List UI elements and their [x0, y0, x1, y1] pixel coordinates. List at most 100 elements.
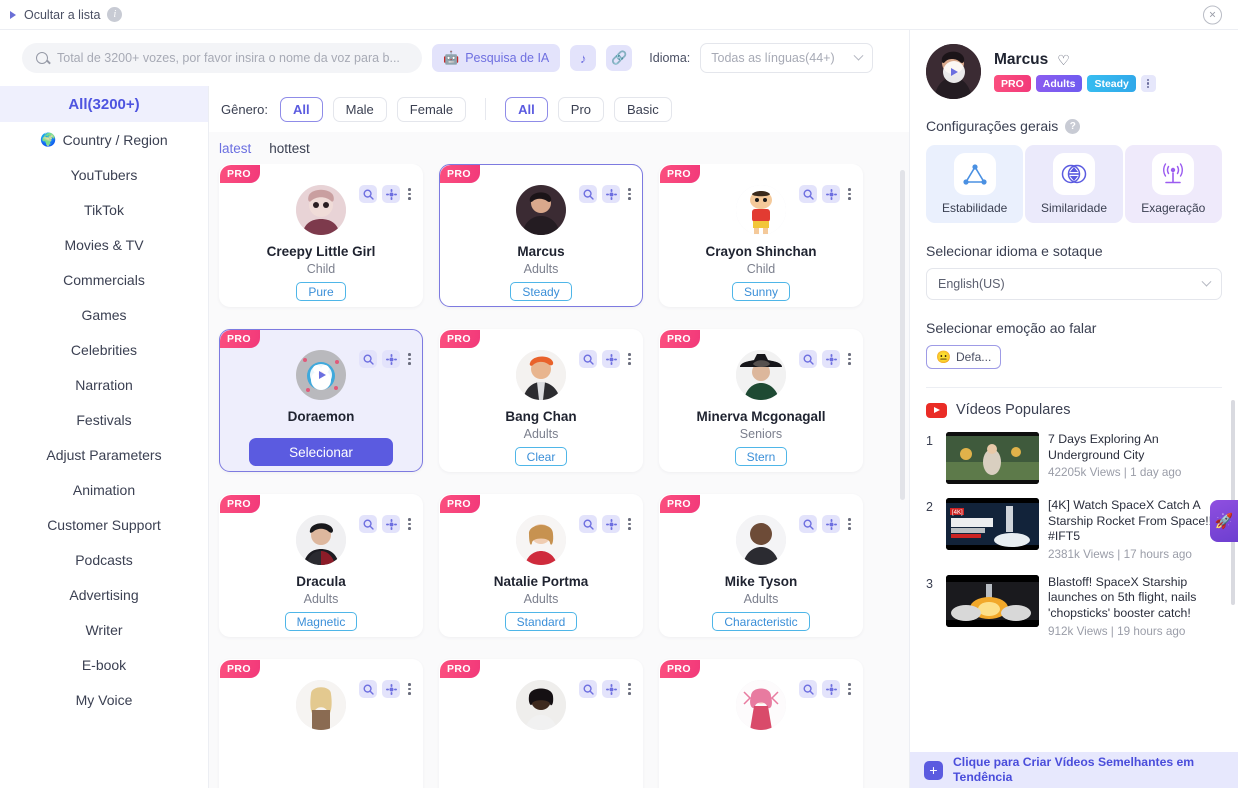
sidebar-item-commercials[interactable]: Commercials — [0, 262, 208, 297]
search-icon[interactable] — [359, 350, 378, 368]
gear-icon[interactable] — [382, 515, 401, 533]
avatar[interactable] — [736, 680, 786, 730]
voice-card[interactable]: PRO Dracula Adults Magnetic — [219, 494, 423, 637]
gear-icon[interactable] — [822, 680, 841, 698]
voice-card[interactable]: PRO Natalie Portma Adults Standard — [439, 494, 643, 637]
gender-filter-female[interactable]: Female — [396, 96, 467, 122]
param-exaggeration[interactable]: Exageração — [1124, 145, 1222, 223]
music-file-icon[interactable]: ♪ — [570, 45, 597, 71]
gear-icon[interactable] — [382, 680, 401, 698]
voice-card[interactable]: PRO — [659, 659, 863, 788]
search-icon[interactable] — [579, 680, 598, 698]
more-options-icon[interactable] — [845, 518, 854, 530]
avatar[interactable] — [296, 185, 346, 235]
search-icon[interactable] — [359, 185, 378, 203]
more-options-icon[interactable] — [625, 518, 634, 530]
sidebar-item-podcasts[interactable]: Podcasts — [0, 542, 208, 577]
create-similar-videos-button[interactable]: + Clique para Criar Vídeos Semelhantes e… — [910, 752, 1238, 788]
video-list-item[interactable]: 2 [4K] [4K] Watch SpaceX Catch A Starship … — [926, 498, 1222, 561]
info-icon[interactable]: i — [107, 7, 123, 22]
voice-card[interactable]: PRO Bang Chan Adults Clear — [439, 329, 643, 472]
search-icon[interactable] — [799, 515, 818, 533]
gear-icon[interactable] — [822, 515, 841, 533]
voice-card[interactable]: PRO Creepy Little Girl Child Pure — [219, 164, 423, 307]
cards-scrollbar[interactable] — [900, 170, 905, 500]
param-similarity[interactable]: Similaridade — [1025, 145, 1123, 223]
voice-card[interactable]: PRO — [439, 659, 643, 788]
video-list-item[interactable]: 1 7 Days Exploring An Underground City 422… — [926, 432, 1222, 484]
plan-filter-pro[interactable]: Pro — [557, 96, 605, 122]
sort-latest[interactable]: latest — [219, 141, 251, 156]
search-input[interactable]: Total de 3200+ vozes, por favor insira o… — [22, 43, 422, 73]
heart-icon[interactable]: ♡ — [1057, 52, 1070, 69]
sidebar-item-country-region[interactable]: 🌍 Country / Region — [0, 122, 208, 157]
param-stability[interactable]: Estabilidade — [926, 145, 1024, 223]
play-icon[interactable] — [296, 350, 346, 400]
avatar[interactable] — [516, 515, 566, 565]
voice-card[interactable]: PRO — [219, 659, 423, 788]
panel-language-select[interactable]: English(US) — [926, 268, 1222, 300]
voice-card[interactable]: PRO Doraemon Selecionar — [219, 329, 423, 472]
gear-icon[interactable] — [382, 185, 401, 203]
sidebar-item-movies-tv[interactable]: Movies & TV — [0, 227, 208, 262]
gear-icon[interactable] — [602, 680, 621, 698]
plan-filter-all[interactable]: All — [505, 96, 548, 122]
avatar[interactable] — [736, 350, 786, 400]
gender-filter-all[interactable]: All — [279, 96, 323, 122]
play-icon[interactable] — [926, 44, 981, 99]
more-options-icon[interactable] — [625, 353, 634, 365]
more-options-icon[interactable] — [625, 683, 634, 695]
gear-icon[interactable] — [382, 350, 401, 368]
voice-card[interactable]: PRO Minerva Mcgonagall Seniors Stern — [659, 329, 863, 472]
select-voice-button[interactable]: Selecionar — [249, 438, 393, 466]
search-icon[interactable] — [579, 515, 598, 533]
gender-filter-male[interactable]: Male — [332, 96, 387, 122]
more-options-icon[interactable] — [845, 353, 854, 365]
gear-icon[interactable] — [822, 350, 841, 368]
gear-icon[interactable] — [822, 185, 841, 203]
emotion-chip-default[interactable]: 😐 Defa... — [926, 345, 1002, 369]
plan-filter-basic[interactable]: Basic — [614, 96, 672, 122]
link-icon[interactable]: 🔗 — [606, 45, 633, 71]
avatar[interactable] — [736, 185, 786, 235]
sidebar-item-writer[interactable]: Writer — [0, 612, 208, 647]
voice-card[interactable]: PRO Mike Tyson Adults Characteristic — [659, 494, 863, 637]
avatar[interactable] — [926, 44, 981, 99]
avatar[interactable] — [296, 350, 346, 400]
ai-search-button[interactable]: 🤖 Pesquisa de IA — [432, 44, 561, 72]
gear-icon[interactable] — [602, 185, 621, 203]
voice-cards-scroll[interactable]: PRO Creepy Little Girl Child Pure PRO Marcus A… — [209, 164, 909, 788]
sort-hottest[interactable]: hottest — [269, 141, 310, 156]
sidebar-item-narration[interactable]: Narration — [0, 367, 208, 402]
voice-card[interactable]: PRO Crayon Shinchan Child Sunny — [659, 164, 863, 307]
hide-list-button[interactable]: Ocultar a lista i — [10, 7, 123, 22]
search-icon[interactable] — [579, 350, 598, 368]
sidebar-item-youtubers[interactable]: YouTubers — [0, 157, 208, 192]
search-icon[interactable] — [799, 185, 818, 203]
sidebar-item-adjust-parameters[interactable]: Adjust Parameters — [0, 437, 208, 472]
more-options-icon[interactable] — [625, 188, 634, 200]
avatar[interactable] — [516, 680, 566, 730]
avatar[interactable] — [516, 185, 566, 235]
more-options-icon[interactable] — [405, 353, 414, 365]
sidebar-item-my-voice[interactable]: My Voice — [0, 682, 208, 717]
video-thumbnail[interactable] — [946, 574, 1039, 627]
video-thumbnail[interactable] — [946, 432, 1039, 484]
sidebar-item-festivals[interactable]: Festivals — [0, 402, 208, 437]
voice-card[interactable]: PRO Marcus Adults Steady — [439, 164, 643, 307]
avatar[interactable] — [296, 515, 346, 565]
sidebar-item-all[interactable]: All(3200+) — [0, 86, 208, 122]
gear-icon[interactable] — [602, 350, 621, 368]
more-options-icon[interactable] — [1140, 75, 1156, 92]
more-options-icon[interactable] — [405, 188, 414, 200]
video-list-item[interactable]: 3 Blastoff! SpaceX Starship launches on 5… — [926, 574, 1222, 638]
rocket-icon[interactable]: 🚀 — [1210, 500, 1238, 542]
close-icon[interactable]: × — [1203, 5, 1222, 24]
avatar[interactable] — [296, 680, 346, 730]
search-icon[interactable] — [359, 680, 378, 698]
help-icon[interactable]: ? — [1065, 118, 1081, 134]
avatar[interactable] — [516, 350, 566, 400]
language-select[interactable]: Todas as línguas(44+) — [700, 43, 874, 73]
sidebar-item-games[interactable]: Games — [0, 297, 208, 332]
search-icon[interactable] — [799, 680, 818, 698]
